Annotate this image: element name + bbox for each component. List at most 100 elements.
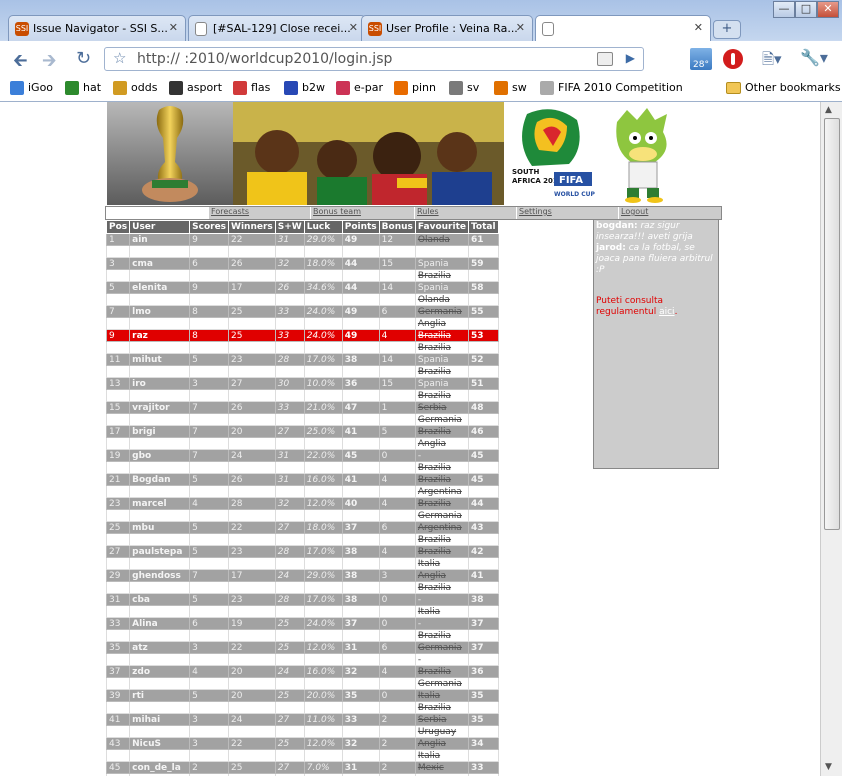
cell-empty (189, 653, 230, 666)
cell-user[interactable]: marcel (129, 497, 191, 510)
bookmark-item[interactable]: b2w (284, 81, 325, 95)
bookmark-item[interactable]: e-par (336, 81, 383, 95)
close-tab-icon[interactable]: ✕ (516, 21, 525, 34)
wrench-menu-icon[interactable]: 🔧▾ (800, 48, 828, 67)
cell-user[interactable]: Alina (129, 617, 191, 630)
address-bar[interactable]: ☆ http:// :2010/worldcup2010/login.jsp ▶ (104, 47, 644, 71)
vertical-scrollbar[interactable]: ▲ ▼ (820, 102, 842, 776)
bookmark-icon (540, 81, 554, 95)
rules-link[interactable]: aici (659, 307, 674, 317)
cell-user[interactable]: Bogdan (129, 473, 191, 486)
cell-user[interactable]: zdo (129, 665, 191, 678)
cell-empty (228, 581, 276, 594)
tab[interactable]: ✕ (535, 15, 711, 42)
page-menu-icon[interactable]: 🗎▾ (762, 49, 782, 74)
nav-link[interactable]: Bonus team (310, 207, 414, 219)
jira-icon: SSI (15, 22, 29, 36)
tab[interactable]: SSI Issue Navigator - SSI S... ✕ (8, 15, 186, 41)
close-tab-icon[interactable]: ✕ (169, 21, 178, 34)
minimize-button[interactable]: — (773, 1, 795, 18)
cell-luck: 29.0% (303, 233, 343, 246)
cell-points: 33 (341, 713, 380, 726)
table-row: 19 gbo 7 24 31 22.0% 45 0-45 (105, 449, 499, 462)
cell-empty (274, 749, 305, 762)
nav-link[interactable] (106, 207, 208, 219)
cell-user[interactable]: mbu (129, 521, 191, 534)
bookmark-item[interactable]: flas (233, 81, 270, 95)
cell-sw: 26 (274, 281, 305, 294)
cell-fav2: Brazilia (414, 629, 469, 642)
close-window-button[interactable]: ✕ (817, 1, 839, 18)
cell-user[interactable]: cma (129, 257, 191, 270)
cell-user[interactable]: paulstepa (129, 545, 191, 558)
cell-user[interactable]: mihut (129, 353, 191, 366)
cell-empty (274, 245, 305, 258)
cell-empty (189, 365, 230, 378)
adblock-icon[interactable] (723, 49, 743, 69)
cell-user[interactable]: mihai (129, 713, 191, 726)
new-tab-button[interactable]: + (713, 20, 741, 39)
forward-icon[interactable]: 🡲 (42, 48, 57, 78)
cell-empty (378, 317, 416, 330)
cell-luck: 16.0% (303, 473, 343, 486)
cell-user[interactable]: atz (129, 641, 191, 654)
cell-user[interactable]: elenita (129, 281, 191, 294)
bookmark-item[interactable]: sw (494, 81, 527, 95)
bookmark-item[interactable]: asport (169, 81, 222, 95)
bookmark-item[interactable]: odds (113, 81, 157, 95)
cell-user[interactable]: brigi (129, 425, 191, 438)
weather-extension-icon[interactable]: 28° (690, 48, 712, 70)
nav-link[interactable]: Logout (618, 207, 721, 219)
cell-user[interactable]: vrajitor (129, 401, 191, 414)
cell-scores: 3 (189, 377, 230, 390)
scroll-down-icon[interactable]: ▼ (825, 762, 832, 772)
cell-winners: 22 (228, 233, 276, 246)
cell-user[interactable]: NicuS (129, 737, 191, 750)
scroll-up-icon[interactable]: ▲ (825, 105, 832, 115)
cell-scores: 5 (189, 545, 230, 558)
cell-user[interactable]: cba (129, 593, 191, 606)
cell-scores: 7 (189, 449, 230, 462)
cell-user[interactable]: ain (129, 233, 191, 246)
scroll-thumb[interactable] (824, 118, 840, 530)
cell-empty (105, 269, 131, 282)
cell-total: 45 (467, 473, 499, 486)
bookmark-item[interactable]: iGoo (10, 81, 53, 95)
back-icon[interactable]: 🡰 (13, 48, 28, 78)
cell-user[interactable]: lmo (129, 305, 191, 318)
nav-link[interactable]: Rules (414, 207, 516, 219)
go-icon[interactable]: ▶ (626, 51, 635, 65)
tab[interactable]: SSI User Profile : Veina Ra... ✕ (361, 15, 533, 41)
other-bookmarks-folder[interactable]: Other bookmarks (726, 81, 841, 94)
column-header: Total (467, 220, 499, 234)
bookmark-item[interactable]: sv (449, 81, 479, 95)
cell-empty (467, 557, 499, 570)
close-tab-icon[interactable]: ✕ (694, 21, 703, 34)
page-action-icon[interactable] (597, 52, 613, 66)
bookmark-item[interactable]: pinn (394, 81, 436, 95)
cell-bonus: 3 (378, 569, 416, 582)
url-text[interactable]: http:// :2010/worldcup2010/login.jsp (137, 51, 392, 67)
cell-fav1: Anglia (414, 569, 469, 582)
cell-user[interactable]: ghendoss (129, 569, 191, 582)
reload-icon[interactable]: ↻ (76, 48, 91, 69)
cell-luck: 25.0% (303, 425, 343, 438)
cell-empty (129, 605, 191, 618)
cell-bonus: 14 (378, 353, 416, 366)
cell-empty (189, 245, 230, 258)
cell-user[interactable]: raz (129, 329, 191, 342)
cell-points: 49 (341, 233, 380, 246)
bookmark-item[interactable]: FIFA 2010 Competition (540, 81, 683, 95)
cell-empty (341, 533, 380, 546)
cell-user[interactable]: iro (129, 377, 191, 390)
bookmark-item[interactable]: hat (65, 81, 101, 95)
cell-user[interactable]: con_de_la (129, 761, 191, 774)
close-tab-icon[interactable]: ✕ (349, 21, 358, 34)
tab[interactable]: [#SAL-129] Close recei... ✕ (188, 15, 366, 41)
maximize-button[interactable]: □ (795, 1, 817, 18)
cell-user[interactable]: rti (129, 689, 191, 702)
nav-link[interactable]: Forecasts (208, 207, 310, 219)
star-icon[interactable]: ☆ (113, 49, 126, 67)
cell-user[interactable]: gbo (129, 449, 191, 462)
nav-link[interactable]: Settings (516, 207, 618, 219)
